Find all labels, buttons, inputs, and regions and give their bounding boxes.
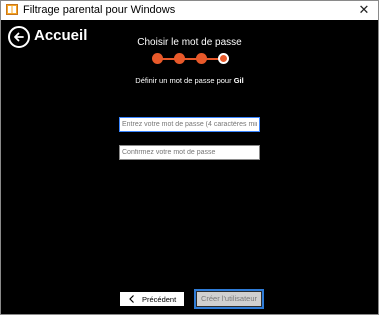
create-user-label: Créer l'utilisateur [197, 292, 261, 306]
subtitle-prefix: Définir un mot de passe pour [135, 76, 232, 85]
confirm-password-input[interactable] [119, 145, 260, 160]
step-dot-3 [196, 53, 207, 64]
chevron-left-icon [129, 295, 134, 303]
create-user-button[interactable]: Créer l'utilisateur [194, 289, 264, 309]
main-content: Accueil Choisir le mot de passe Définir … [1, 20, 378, 314]
step-dot-4-current [218, 53, 229, 64]
previous-button[interactable]: Précédent [119, 291, 185, 307]
app-book-icon [6, 4, 18, 15]
step-title: Choisir le mot de passe [137, 37, 242, 48]
title-bar[interactable]: Filtrage parental pour Windows ✕ [1, 1, 378, 20]
progress-stepper [152, 53, 230, 65]
window-title: Filtrage parental pour Windows [23, 4, 176, 16]
close-icon: ✕ [358, 2, 370, 17]
previous-label: Précédent [142, 295, 177, 304]
stepper-line [158, 58, 224, 60]
subtitle: Définir un mot de passe pour Gil [1, 76, 378, 85]
close-button[interactable]: ✕ [356, 2, 372, 18]
password-input[interactable] [119, 117, 260, 132]
app-window: Filtrage parental pour Windows ✕ Accueil… [0, 0, 379, 315]
step-dot-2 [174, 53, 185, 64]
user-name: Gil [233, 76, 244, 85]
step-dot-1 [152, 53, 163, 64]
